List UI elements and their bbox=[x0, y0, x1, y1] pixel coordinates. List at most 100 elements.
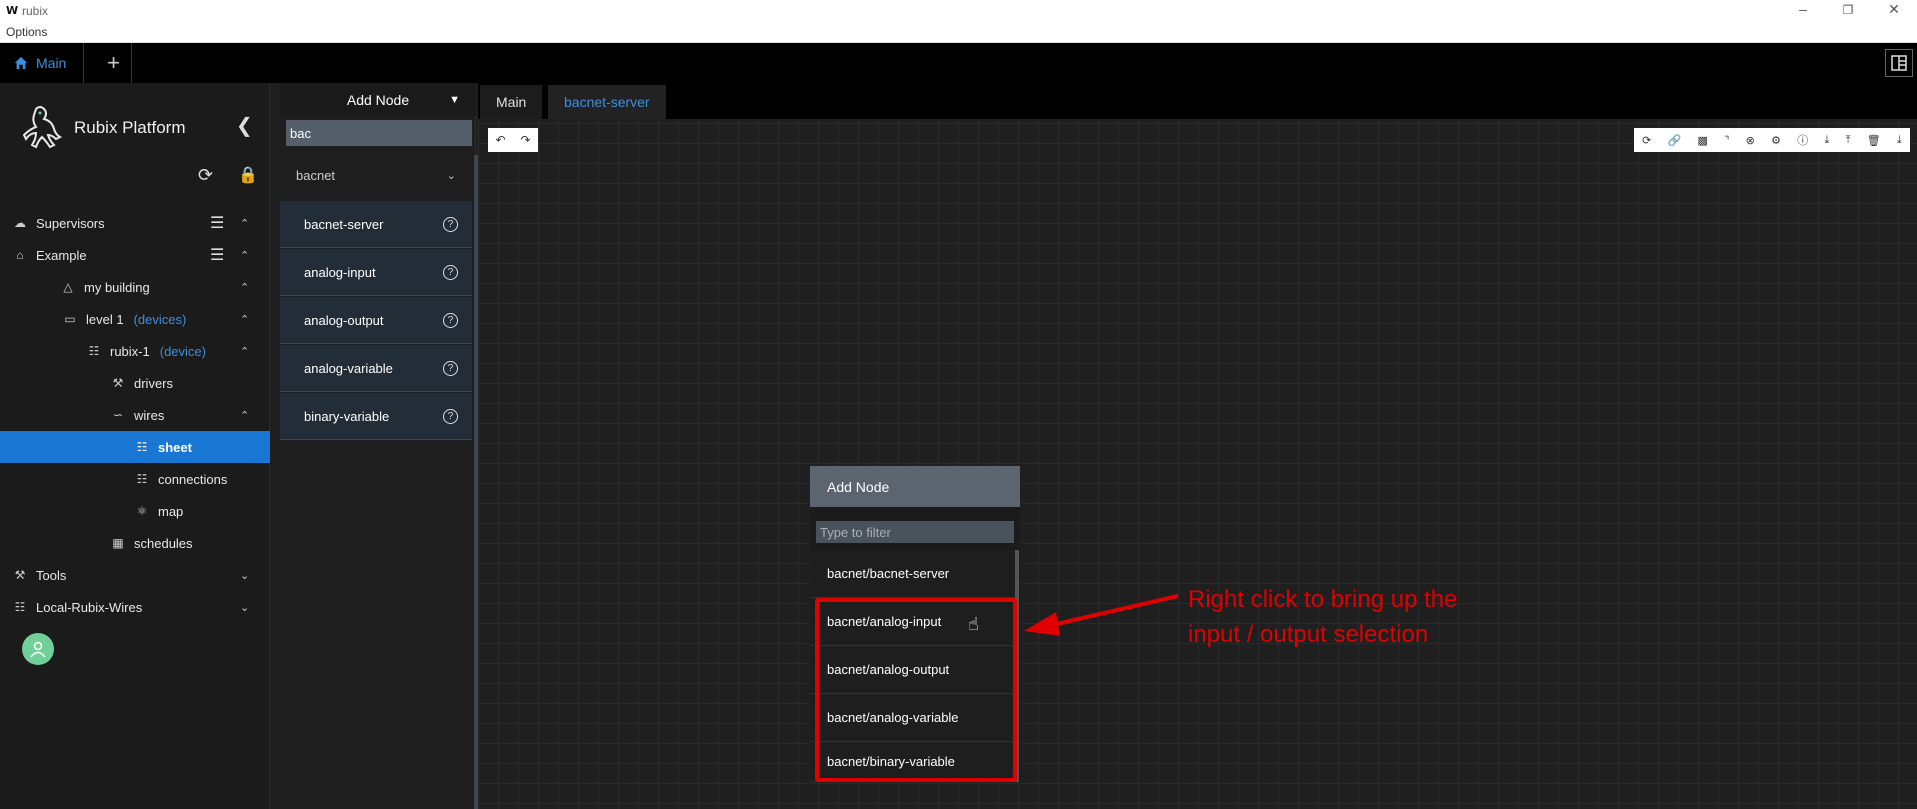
window-titlebar: W rubix – ❐ ✕ bbox=[0, 0, 1917, 22]
palette-item[interactable]: analog-variable ? bbox=[280, 345, 472, 392]
add-tab-button[interactable]: + bbox=[96, 43, 132, 83]
chevron-up-icon[interactable]: ⌃ bbox=[240, 281, 249, 294]
building-icon: △ bbox=[63, 280, 73, 294]
popup-item[interactable]: bacnet/analog-output bbox=[810, 646, 1016, 694]
popup-item[interactable]: bacnet/analog-input bbox=[810, 598, 1016, 646]
popup-item[interactable]: bacnet/bacnet-server bbox=[810, 550, 1016, 598]
sidebar-item-schedules[interactable]: ▦ schedules bbox=[0, 527, 270, 559]
menu-options[interactable]: Options bbox=[6, 25, 47, 39]
sidebar-item-level-1[interactable]: ▭ level 1 (devices) ⌃ bbox=[0, 303, 270, 335]
palette-item-label: analog-input bbox=[304, 264, 376, 280]
add-node-popup: Add Node bacnet/bacnet-server bacnet/ana… bbox=[810, 466, 1020, 782]
help-icon[interactable]: ? bbox=[443, 360, 458, 376]
help-icon[interactable]: ? bbox=[443, 264, 458, 280]
trash-icon[interactable]: 🗑 bbox=[1867, 134, 1881, 147]
palette-item[interactable]: bacnet-server ? bbox=[280, 201, 472, 248]
sidebar-item-local-rubix-wires[interactable]: ☷ Local-Rubix-Wires ⌄ bbox=[0, 591, 270, 623]
avatar[interactable] bbox=[22, 633, 54, 665]
chevron-up-icon[interactable]: ⌃ bbox=[240, 313, 249, 326]
palette-item-label: analog-variable bbox=[304, 360, 393, 376]
calendar-icon: ▦ bbox=[112, 536, 124, 550]
help-icon[interactable]: ? bbox=[443, 408, 458, 424]
upload-icon[interactable]: ⤒ bbox=[1846, 134, 1851, 147]
sidebar-item-label: my building bbox=[84, 279, 150, 295]
editor-tab-bar: Main bacnet-server bbox=[478, 83, 1917, 119]
sidebar-item-supervisors[interactable]: ☁ Supervisors ☰ ⌃ bbox=[0, 207, 270, 239]
sidebar-item-label: schedules bbox=[134, 535, 193, 551]
settings-icon[interactable]: ⚙ bbox=[1771, 134, 1781, 147]
menu-bar: Options bbox=[0, 22, 1917, 43]
popup-item[interactable]: bacnet/binary-variable bbox=[810, 742, 1016, 782]
sidebar-item-connections[interactable]: ☷ connections bbox=[0, 463, 270, 495]
menu-icon[interactable]: ☰ bbox=[210, 213, 224, 233]
sidebar-item-wires[interactable]: ∽ wires ⌃ bbox=[0, 399, 270, 431]
connections-icon: ☷ bbox=[136, 472, 148, 486]
close-icon[interactable]: ✕ bbox=[1884, 1, 1904, 18]
chevron-down-icon[interactable]: ⌄ bbox=[240, 601, 249, 614]
chevron-up-icon[interactable]: ⌃ bbox=[240, 249, 249, 262]
palette-item[interactable]: analog-output ? bbox=[280, 297, 472, 344]
sidebar-item-example[interactable]: ⌂ Example ☰ ⌃ bbox=[0, 239, 270, 271]
popup-item[interactable]: bacnet/analog-variable bbox=[810, 694, 1016, 742]
palette-group-label: bacnet bbox=[296, 167, 336, 183]
sidebar-item-sheet[interactable]: ☷ sheet bbox=[0, 431, 270, 463]
palette-item[interactable]: binary-variable ? bbox=[280, 393, 472, 440]
download-icon[interactable]: ⤓ bbox=[1824, 134, 1829, 147]
sidebar-item-drivers[interactable]: ⚒ drivers bbox=[0, 367, 270, 399]
refresh-icon[interactable]: ⟳ bbox=[198, 165, 213, 186]
chevron-up-icon[interactable]: ⌃ bbox=[240, 409, 249, 422]
group-icon[interactable]: ▩ bbox=[1698, 134, 1708, 147]
menu-icon[interactable]: ☰ bbox=[210, 245, 224, 265]
tab-bacnet-server[interactable]: bacnet-server bbox=[548, 85, 666, 119]
sidebar-item-label: rubix-1 bbox=[110, 343, 150, 359]
ungroup-icon[interactable]: ⌝ bbox=[1724, 134, 1729, 147]
collapse-sidebar-icon[interactable]: ❮ bbox=[236, 113, 253, 138]
wrench-icon: ⚒ bbox=[112, 376, 124, 390]
window-title: rubix bbox=[22, 4, 49, 18]
minimize-icon[interactable]: – bbox=[1793, 1, 1813, 17]
layout-toggle-button[interactable] bbox=[1885, 49, 1913, 77]
tools-icon: ⚒ bbox=[14, 568, 26, 582]
help-icon[interactable]: ? bbox=[443, 312, 458, 328]
lock-icon[interactable]: 🔒 bbox=[238, 165, 258, 185]
chevron-down-icon[interactable]: ⌄ bbox=[240, 569, 249, 582]
sidebar-item-rubix-1[interactable]: ☷ rubix-1 (device) ⌃ bbox=[0, 335, 270, 367]
undo-icon[interactable]: ↶ bbox=[495, 133, 505, 147]
cancel-icon[interactable]: ⊗ bbox=[1746, 134, 1755, 147]
tab-main[interactable]: Main bbox=[480, 85, 543, 119]
chevron-up-icon[interactable]: ⌃ bbox=[240, 345, 249, 358]
help-icon[interactable]: ? bbox=[443, 216, 458, 232]
palette-search-input[interactable] bbox=[286, 120, 472, 146]
import-icon[interactable]: ⤓ bbox=[1897, 134, 1902, 147]
popup-filter-input[interactable] bbox=[816, 521, 1014, 543]
network-icon: ☷ bbox=[14, 600, 26, 614]
palette-group-bacnet[interactable]: bacnet ⌄ bbox=[280, 155, 472, 195]
app-tab-bar: Main + bbox=[0, 43, 1917, 83]
link-icon[interactable]: 🔗 bbox=[1668, 134, 1682, 147]
palette-title: Add Node bbox=[346, 91, 410, 108]
brand: Rubix Platform bbox=[22, 105, 185, 151]
add-node-dropdown[interactable]: Add Node ▼ bbox=[280, 83, 476, 116]
annotation-line-1: Right click to bring up the bbox=[1188, 586, 1458, 613]
sidebar-item-label: level 1 bbox=[86, 311, 124, 327]
help-icon[interactable]: ⓘ bbox=[1797, 132, 1808, 148]
sidebar-item-tag: (devices) bbox=[133, 311, 187, 327]
popup-scrollbar[interactable] bbox=[1015, 550, 1019, 782]
annotation-arrow-icon bbox=[1024, 594, 1179, 636]
sidebar-item-tools[interactable]: ⚒ Tools ⌄ bbox=[0, 559, 270, 591]
frog-logo-icon bbox=[22, 106, 62, 149]
palette-item[interactable]: analog-input ? bbox=[280, 249, 472, 296]
sidebar-item-label: map bbox=[158, 503, 184, 519]
chevron-up-icon[interactable]: ⌃ bbox=[240, 217, 249, 230]
restore-icon[interactable]: ❐ bbox=[1838, 3, 1858, 17]
palette-item-label: analog-output bbox=[304, 312, 384, 328]
tab-main[interactable]: Main bbox=[0, 43, 84, 83]
sidebar-item-map[interactable]: ⚛ map bbox=[0, 495, 270, 527]
sidebar-item-label: Example bbox=[36, 247, 87, 263]
redo-icon[interactable]: ↷ bbox=[520, 133, 530, 147]
palette-item-label: bacnet-server bbox=[304, 216, 384, 232]
sync-icon[interactable]: ⟳ bbox=[1642, 134, 1651, 147]
wires-editor-canvas[interactable]: Main bacnet-server ↶ ↷ ⟳ 🔗 ▩ ⌝ ⊗ ⚙ ⓘ ⤓ ⤒… bbox=[478, 83, 1917, 809]
sidebar-item-my-building[interactable]: △ my building ⌃ bbox=[0, 271, 270, 303]
home-icon: ⌂ bbox=[16, 248, 24, 262]
